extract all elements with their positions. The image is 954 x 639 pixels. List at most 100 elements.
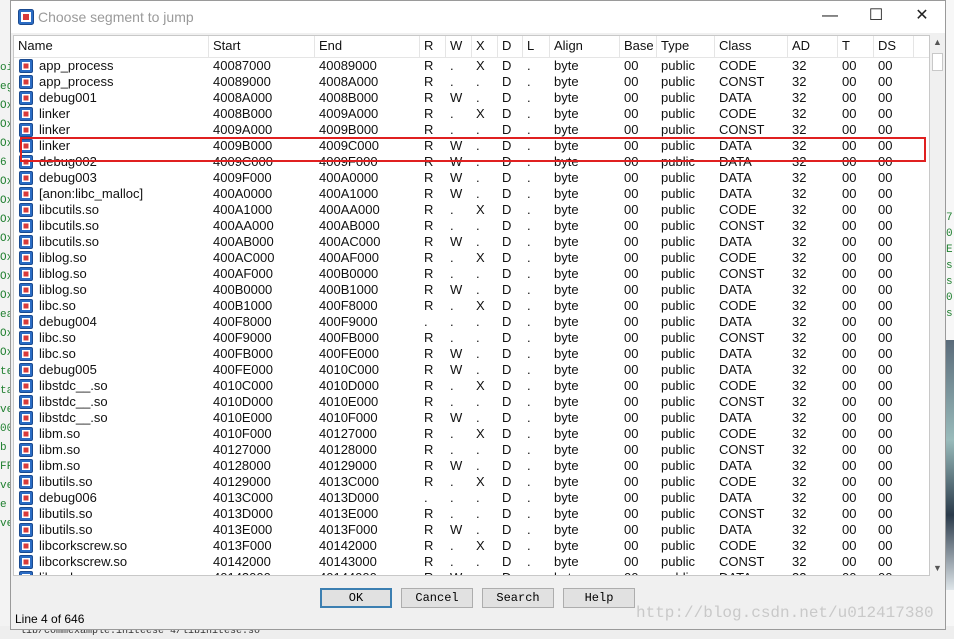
cell-l: . [527, 90, 531, 105]
table-row[interactable]: libutils.so 40129000 4013C000 R. X D. byte 00 pu… [14, 474, 929, 490]
cell-l: . [527, 490, 531, 505]
table-row[interactable]: debug005 400FE000 4010C000 R W. D. byte 00 publi… [14, 362, 929, 378]
column-header-name[interactable]: Name [14, 36, 209, 57]
help-button[interactable]: Help [563, 588, 635, 608]
cell-start: 40087000 [213, 58, 271, 73]
column-header-base[interactable]: Base [620, 36, 657, 57]
cancel-button[interactable]: Cancel [401, 588, 473, 608]
table-row[interactable]: linker 4009A000 4009B000 R.. D. byte 00 public C… [14, 122, 929, 138]
column-header-t[interactable]: T [838, 36, 874, 57]
ok-button[interactable]: OK [320, 588, 392, 608]
cell-w: . [450, 106, 454, 121]
cell-x: X [476, 298, 485, 313]
table-row[interactable]: libstdc__.so 4010E000 4010F000 R W. D. byte 00 p… [14, 410, 929, 426]
cell-ds: 00 [878, 506, 893, 521]
table-row[interactable]: libcutils.so 400AB000 400AC000 R W. D. byte 00 p… [14, 234, 929, 250]
minimize-icon: — [822, 7, 838, 24]
table-row[interactable]: libcorkscrew.so 40142000 40143000 R.. D. byte… [14, 554, 929, 570]
table-row[interactable]: libcorkscrew.so 4013F000 40142000 R. X D. byte… [14, 538, 929, 554]
column-header-type[interactable]: Type [657, 36, 715, 57]
table-row[interactable]: debug004 400F8000 400F9000... D. byte 00 publi… [14, 314, 929, 330]
background-text-fragment: e [0, 499, 7, 511]
scrollbar-thumb[interactable] [932, 53, 943, 71]
table-row[interactable]: app_process 40087000 40089000 R. X D. byte 00 pu… [14, 58, 929, 74]
cell-t: 00 [842, 394, 857, 409]
table-row[interactable]: libm.so 4010F000 40127000 R. X D. byte 00 public… [14, 426, 929, 442]
cell-x: . [476, 394, 480, 409]
cell-base: 00 [624, 58, 639, 73]
table-row[interactable]: app_process 40089000 4008A000 R.. D. byte 00 pu… [14, 74, 929, 90]
table-row[interactable]: libc.so 400FB000 400FE000 R W. D. byte 00 public… [14, 346, 929, 362]
table-row[interactable]: libcorkscrew.so 40143000 40144000 R W. D. byte… [14, 570, 929, 575]
cell-r: R [424, 410, 434, 425]
cell-name: libc.so [39, 346, 76, 361]
table-row[interactable]: debug002 4009C000 4009F000 R W. D. byte 00 publi… [14, 154, 929, 170]
table-row[interactable]: debug001 4008A000 4008B000 R W. D. byte 00 publi… [14, 90, 929, 106]
cell-type: public [661, 442, 695, 457]
close-button[interactable]: ✕ [899, 1, 945, 33]
column-header-class[interactable]: Class [715, 36, 788, 57]
cell-end: 400F9000 [319, 314, 378, 329]
scroll-up-icon[interactable]: ▲ [930, 35, 945, 50]
cell-d: D [502, 186, 512, 201]
vertical-scrollbar[interactable]: ▲ ▼ [930, 35, 945, 576]
cell-class: DATA [719, 138, 752, 153]
cell-end: 400B0000 [319, 266, 379, 281]
table-row[interactable]: libc.so 400F9000 400FB000 R.. D. byte 00 public… [14, 330, 929, 346]
column-header-end[interactable]: End [315, 36, 420, 57]
cell-end: 4010D000 [319, 378, 379, 393]
table-row[interactable]: libc.so 400B1000 400F8000 R. X D. byte 00 public… [14, 298, 929, 314]
maximize-button[interactable]: ☐ [853, 1, 899, 33]
cell-base: 00 [624, 154, 639, 169]
segment-icon [19, 171, 33, 185]
cell-name: libstdc__.so [39, 378, 108, 393]
table-row[interactable]: liblog.so 400AF000 400B0000 R.. D. byte 00 publ… [14, 266, 929, 282]
segment-icon [19, 75, 33, 89]
table-row[interactable]: libcutils.so 400AA000 400AB000 R.. D. byte 00 p… [14, 218, 929, 234]
cell-ad: 32 [792, 410, 807, 425]
table-row[interactable]: liblog.so 400B0000 400B1000 R W. D. byte 00 publ… [14, 282, 929, 298]
cell-t: 00 [842, 186, 857, 201]
cell-base: 00 [624, 394, 639, 409]
search-button[interactable]: Search [482, 588, 554, 608]
cell-r: R [424, 106, 434, 121]
segment-list[interactable]: Name Start End R W X D L Align Base Type Class AD T DS… [13, 35, 930, 576]
table-row[interactable]: liblog.so 400AC000 400AF000 R. X D. byte 00 publ… [14, 250, 929, 266]
table-row[interactable]: debug006 4013C000 4013D000... D. byte 00 publi… [14, 490, 929, 506]
table-row[interactable]: libstdc__.so 4010C000 4010D000 R. X D. byte 00 p… [14, 378, 929, 394]
scroll-down-icon[interactable]: ▼ [930, 561, 945, 576]
cell-d: D [502, 458, 512, 473]
table-row-selected[interactable]: linker 4008B000 4009A000 R. X D. byte 00 public C… [14, 106, 929, 122]
minimize-button[interactable]: — [807, 1, 853, 33]
title-bar[interactable]: Choose segment to jump — ☐ ✕ [11, 1, 945, 33]
table-row[interactable]: debug003 4009F000 400A0000 R W. D. byte 00 publi… [14, 170, 929, 186]
table-row[interactable]: libutils.so 4013E000 4013F000 R W. D. byte 00 pu… [14, 522, 929, 538]
column-header-r[interactable]: R [420, 36, 446, 57]
column-header-x[interactable]: X [472, 36, 498, 57]
column-header-ad[interactable]: AD [788, 36, 838, 57]
cell-w: . [450, 266, 454, 281]
cell-x: . [476, 506, 480, 521]
table-row[interactable]: libm.so 40128000 40129000 R W. D. byte 00 public… [14, 458, 929, 474]
cell-ad: 32 [792, 490, 807, 505]
cell-r: R [424, 426, 434, 441]
table-row[interactable]: linker 4009B000 4009C000 R W. D. byte 00 public D… [14, 138, 929, 154]
column-header-ds[interactable]: DS [874, 36, 914, 57]
table-row[interactable]: libm.so 40127000 40128000 R.. D. byte 00 public… [14, 442, 929, 458]
table-row[interactable]: libutils.so 4013D000 4013E000 R.. D. byte 00 pu… [14, 506, 929, 522]
column-header-align[interactable]: Align [550, 36, 620, 57]
table-row[interactable]: libstdc__.so 4010D000 4010E000 R.. D. byte 00 p… [14, 394, 929, 410]
table-row[interactable]: libcutils.so 400A1000 400AA000 R. X D. byte 00 p… [14, 202, 929, 218]
cell-start: 4013F000 [213, 538, 272, 553]
column-header-start[interactable]: Start [209, 36, 315, 57]
cell-x: . [476, 122, 480, 137]
cell-align: byte [554, 282, 579, 297]
column-header-w[interactable]: W [446, 36, 472, 57]
cell-base: 00 [624, 74, 639, 89]
column-header-d[interactable]: D [498, 36, 523, 57]
cell-align: byte [554, 474, 579, 489]
cell-align: byte [554, 554, 579, 569]
column-header-l[interactable]: L [523, 36, 550, 57]
cell-ds: 00 [878, 218, 893, 233]
table-row[interactable]: [anon:libc_malloc] 400A0000 400A1000 R W. D. b… [14, 186, 929, 202]
